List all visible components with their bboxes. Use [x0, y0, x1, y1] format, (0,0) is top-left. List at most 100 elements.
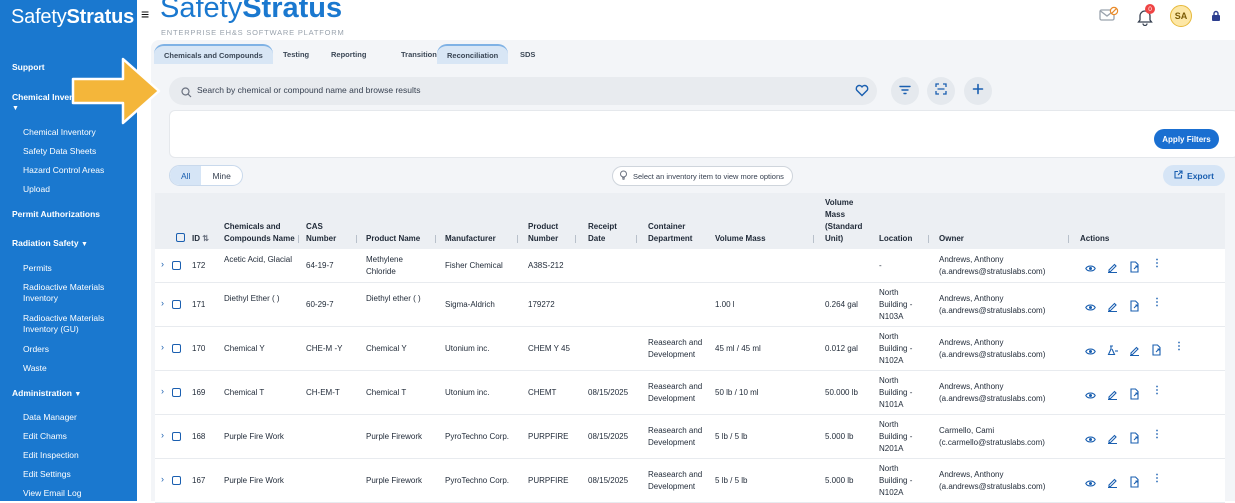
document-export-icon[interactable]	[1129, 299, 1140, 317]
tab-testing[interactable]: Testing	[273, 44, 319, 64]
scan-button[interactable]	[927, 77, 955, 105]
sidebar-item-view-email-log[interactable]: View Email Log	[23, 488, 135, 499]
avatar[interactable]: SA	[1170, 5, 1192, 27]
select-all-checkbox[interactable]	[176, 233, 185, 242]
chevron-right-icon[interactable]: ›	[161, 259, 164, 269]
sidebar-item-edit-settings[interactable]: Edit Settings	[23, 469, 135, 480]
filter-button[interactable]	[891, 77, 919, 105]
table-row[interactable]: › 172 Acetic Acid, Glacial 64-19-7 Methylene…	[155, 249, 1225, 283]
row-checkbox[interactable]	[172, 344, 181, 353]
column-header-container-department[interactable]: Container Department	[648, 221, 708, 245]
sidebar-section-radiation-safety[interactable]: Radiation Safety ▼	[12, 238, 88, 248]
edit-icon[interactable]	[1107, 260, 1118, 278]
view-icon[interactable]	[1085, 299, 1096, 317]
document-export-icon[interactable]	[1129, 431, 1140, 449]
column-header-location[interactable]: Location	[879, 233, 912, 245]
more-options-icon[interactable]: ⋮	[1174, 341, 1184, 352]
view-icon[interactable]	[1085, 343, 1096, 361]
chevron-right-icon[interactable]: ›	[161, 430, 164, 440]
column-header-volume-mass[interactable]: Volume Mass	[715, 233, 766, 245]
table-row[interactable]: › 167 Purple Fire Work Purple Firework PyroT…	[155, 459, 1225, 503]
column-header-receipt-date[interactable]: Receipt Date	[588, 221, 628, 245]
more-options-icon[interactable]: ⋮	[1152, 429, 1162, 440]
segment-mine[interactable]: Mine	[201, 166, 241, 185]
apply-filters-button[interactable]: Apply Filters	[1154, 129, 1219, 149]
edit-icon[interactable]	[1107, 475, 1118, 493]
column-header-product-number[interactable]: Product Number	[528, 221, 568, 245]
tab-reconciliation[interactable]: Reconciliation	[437, 44, 509, 64]
chevron-right-icon[interactable]: ›	[161, 474, 164, 484]
sidebar-item-permit-authorizations[interactable]: Permit Authorizations	[12, 209, 100, 219]
column-separator[interactable]	[636, 235, 637, 243]
row-checkbox[interactable]	[172, 261, 181, 270]
lock-icon[interactable]	[1210, 9, 1222, 28]
sidebar-item-waste[interactable]: Waste	[23, 363, 135, 374]
more-options-icon[interactable]: ⋮	[1152, 297, 1162, 308]
add-button[interactable]	[964, 77, 992, 105]
sidebar-item-orders[interactable]: Orders	[23, 344, 135, 355]
tab-sds[interactable]: SDS	[510, 44, 545, 64]
row-checkbox[interactable]	[172, 300, 181, 309]
chevron-right-icon[interactable]: ›	[161, 342, 164, 352]
export-button[interactable]: Export	[1163, 165, 1225, 186]
column-header-owner[interactable]: Owner	[939, 233, 964, 245]
more-options-icon[interactable]: ⋮	[1152, 473, 1162, 484]
column-header-cas[interactable]: CAS Number	[306, 221, 346, 245]
chevron-down-icon[interactable]: ▼	[12, 102, 19, 112]
sidebar-item-edit-chams[interactable]: Edit Chams	[23, 431, 135, 442]
sidebar-item-radioactive-materials-inventory-gu[interactable]: Radioactive Materials Inventory (GU)	[23, 313, 135, 335]
column-separator[interactable]	[1068, 235, 1069, 243]
sidebar-item-radioactive-materials-inventory[interactable]: Radioactive Materials Inventory	[23, 282, 135, 304]
table-row[interactable]: › 171 Diethyl Ether ( ) 60-29-7 Diethyl ethe…	[155, 283, 1225, 327]
sidebar-logo[interactable]: SafetyStratus	[11, 6, 134, 29]
menu-icon[interactable]: ≡	[141, 6, 149, 22]
column-header-volume-mass-standard[interactable]: Volume Mass (Standard Unit)	[825, 197, 873, 245]
column-separator[interactable]	[928, 235, 929, 243]
view-icon[interactable]	[1085, 260, 1096, 278]
tab-chemicals-and-compounds[interactable]: Chemicals and Compounds	[154, 44, 273, 64]
edit-icon[interactable]	[1107, 431, 1118, 449]
edit-icon[interactable]	[1129, 343, 1140, 361]
document-export-icon[interactable]	[1151, 343, 1162, 361]
search-input[interactable]: Search by chemical or compound name and …	[197, 85, 420, 95]
row-checkbox[interactable]	[172, 432, 181, 441]
row-checkbox[interactable]	[172, 476, 181, 485]
column-header-id[interactable]: ID ⇅	[192, 233, 209, 245]
sidebar-item-data-manager[interactable]: Data Manager	[23, 412, 135, 423]
edit-icon[interactable]	[1107, 299, 1118, 317]
view-icon[interactable]	[1085, 475, 1096, 493]
sidebar-item-hazard-control-areas[interactable]: Hazard Control Areas	[23, 165, 135, 176]
heart-icon[interactable]	[855, 84, 869, 102]
document-export-icon[interactable]	[1129, 387, 1140, 405]
sidebar-item-support[interactable]: Support	[12, 62, 45, 72]
sidebar-item-edit-inspection[interactable]: Edit Inspection	[23, 450, 135, 461]
column-header-name[interactable]: Chemicals and Compounds Name	[224, 221, 296, 245]
segment-all[interactable]: All	[170, 166, 202, 185]
column-separator[interactable]	[298, 235, 299, 243]
column-separator[interactable]	[435, 235, 436, 243]
more-options-icon[interactable]: ⋮	[1152, 385, 1162, 396]
table-row[interactable]: › 169 Chemical T CH-EM-T Chemical T Utonium i…	[155, 371, 1225, 415]
sidebar-item-upload[interactable]: Upload	[23, 184, 135, 195]
column-separator[interactable]	[356, 235, 357, 243]
more-options-icon[interactable]: ⋮	[1152, 258, 1162, 269]
document-export-icon[interactable]	[1129, 475, 1140, 493]
column-separator[interactable]	[813, 235, 814, 243]
column-separator[interactable]	[575, 235, 576, 243]
row-checkbox[interactable]	[172, 388, 181, 397]
sidebar-item-permits[interactable]: Permits	[23, 263, 135, 274]
tab-reporting[interactable]: Reporting	[321, 44, 376, 64]
column-header-manufacturer[interactable]: Manufacturer	[445, 233, 496, 245]
edit-icon[interactable]	[1107, 387, 1118, 405]
mail-off-icon[interactable]	[1099, 6, 1119, 29]
chevron-right-icon[interactable]: ›	[161, 386, 164, 396]
view-icon[interactable]	[1085, 431, 1096, 449]
sort-icon[interactable]: ⇅	[202, 234, 209, 243]
sidebar-section-administration[interactable]: Administration ▼	[12, 388, 81, 398]
flask-icon[interactable]	[1107, 343, 1119, 361]
document-export-icon[interactable]	[1129, 260, 1140, 278]
table-row[interactable]: › 168 Purple Fire Work Purple Firework PyroT…	[155, 415, 1225, 459]
chevron-right-icon[interactable]: ›	[161, 298, 164, 308]
table-row[interactable]: › 170 Chemical Y CHE-M -Y Chemical Y Utonium …	[155, 327, 1225, 371]
column-header-product-name[interactable]: Product Name	[366, 233, 420, 245]
